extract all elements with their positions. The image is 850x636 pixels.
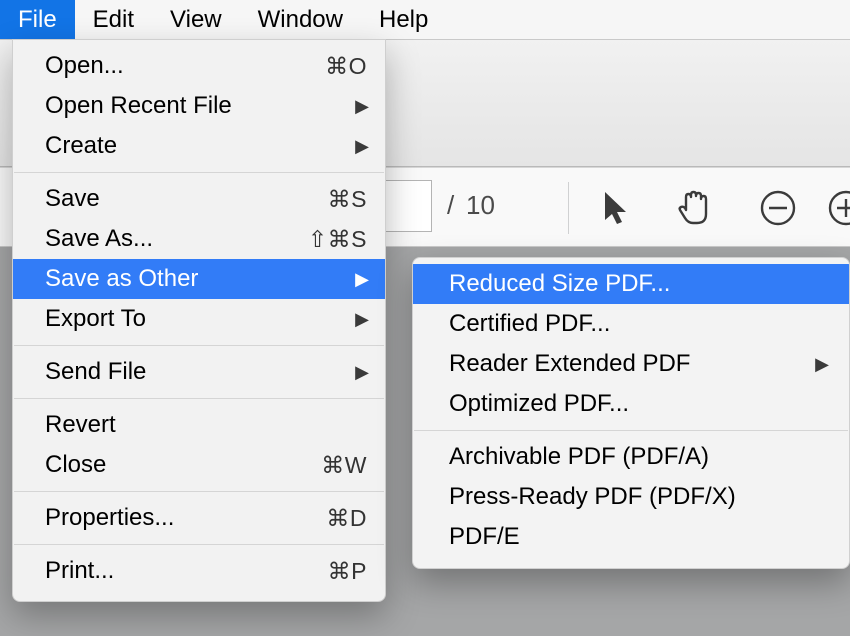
menu-item-accel: ⌘O — [325, 53, 367, 80]
menu-item-label: Open... — [45, 52, 325, 80]
page-total: 10 — [466, 190, 495, 221]
menubar-label: Edit — [93, 6, 134, 34]
menu-separator — [14, 345, 384, 346]
submenu-optimized-pdf[interactable]: Optimized PDF... — [413, 384, 849, 424]
menu-send-file[interactable]: Send File ▶ — [13, 352, 385, 392]
menu-item-label: Open Recent File — [45, 92, 355, 120]
menu-item-label: Revert — [45, 411, 367, 439]
menu-export-to[interactable]: Export To ▶ — [13, 299, 385, 339]
page-number-input[interactable] — [385, 180, 432, 232]
menu-item-label: Print... — [45, 557, 328, 585]
file-menu: Open... ⌘O Open Recent File ▶ Create ▶ S… — [12, 39, 386, 602]
menubar-file[interactable]: File — [0, 0, 75, 39]
menu-item-label: Save As... — [45, 225, 308, 253]
menu-item-label: Save — [45, 185, 328, 213]
menubar-label: View — [170, 6, 222, 34]
toolbar-separator — [568, 182, 569, 234]
submenu-arrow-icon: ▶ — [355, 309, 369, 330]
cursor-arrow-icon — [601, 190, 631, 226]
menu-item-label: Create — [45, 132, 355, 160]
menu-separator — [14, 544, 384, 545]
menubar-label: File — [18, 6, 57, 34]
menu-item-accel: ⌘S — [328, 186, 367, 213]
menu-item-accel: ⌘D — [326, 505, 367, 532]
menu-separator — [414, 430, 848, 431]
menubar-view[interactable]: View — [152, 0, 240, 39]
menu-save-as-other[interactable]: Save as Other ▶ — [13, 259, 385, 299]
menu-item-label: Optimized PDF... — [449, 390, 827, 418]
menu-separator — [14, 491, 384, 492]
menu-print[interactable]: Print... ⌘P — [13, 551, 385, 591]
submenu-arrow-icon: ▶ — [815, 354, 829, 375]
menu-item-label: Save as Other — [45, 265, 355, 293]
submenu-arrow-icon: ▶ — [355, 362, 369, 383]
submenu-reduced-size-pdf[interactable]: Reduced Size PDF... — [413, 264, 849, 304]
submenu-archivable-pdfa[interactable]: Archivable PDF (PDF/A) — [413, 437, 849, 477]
menu-item-label: Archivable PDF (PDF/A) — [449, 443, 827, 471]
menu-item-accel: ⌘P — [328, 558, 367, 585]
submenu-press-ready-pdfx[interactable]: Press-Ready PDF (PDF/X) — [413, 477, 849, 517]
menubar: File Edit View Window Help — [0, 0, 850, 40]
hand-tool-button[interactable] — [672, 186, 716, 230]
zoom-out-button[interactable] — [756, 186, 800, 230]
submenu-arrow-icon: ▶ — [355, 136, 369, 157]
menu-item-label: PDF/E — [449, 523, 827, 551]
menu-item-label: Reduced Size PDF... — [449, 270, 827, 298]
menubar-label: Window — [258, 6, 343, 34]
save-as-other-submenu: Reduced Size PDF... Certified PDF... Rea… — [412, 257, 850, 569]
menu-item-label: Send File — [45, 358, 355, 386]
menu-open-recent-file[interactable]: Open Recent File ▶ — [13, 86, 385, 126]
menu-item-label: Press-Ready PDF (PDF/X) — [449, 483, 827, 511]
select-tool-button[interactable] — [594, 186, 638, 230]
menu-item-label: Close — [45, 451, 321, 479]
menubar-help[interactable]: Help — [361, 0, 446, 39]
submenu-pdfe[interactable]: PDF/E — [413, 517, 849, 557]
menu-item-label: Certified PDF... — [449, 310, 827, 338]
menu-properties[interactable]: Properties... ⌘D — [13, 498, 385, 538]
submenu-reader-extended-pdf[interactable]: Reader Extended PDF ▶ — [413, 344, 849, 384]
menu-item-label: Export To — [45, 305, 355, 333]
menu-revert[interactable]: Revert — [13, 405, 385, 445]
menubar-label: Help — [379, 6, 428, 34]
menu-item-accel: ⇧⌘S — [308, 226, 367, 253]
submenu-arrow-icon: ▶ — [355, 269, 369, 290]
menu-create[interactable]: Create ▶ — [13, 126, 385, 166]
minus-circle-icon — [758, 188, 798, 228]
menu-separator — [14, 172, 384, 173]
menu-item-label: Properties... — [45, 504, 326, 532]
menubar-edit[interactable]: Edit — [75, 0, 152, 39]
zoom-in-button[interactable] — [824, 186, 850, 230]
page-slash: / — [447, 190, 454, 221]
menu-close[interactable]: Close ⌘W — [13, 445, 385, 485]
menu-save[interactable]: Save ⌘S — [13, 179, 385, 219]
plus-circle-icon — [826, 188, 850, 228]
menu-separator — [14, 398, 384, 399]
menu-item-accel: ⌘W — [321, 452, 367, 479]
menubar-window[interactable]: Window — [240, 0, 361, 39]
submenu-certified-pdf[interactable]: Certified PDF... — [413, 304, 849, 344]
menu-open[interactable]: Open... ⌘O — [13, 46, 385, 86]
submenu-arrow-icon: ▶ — [355, 96, 369, 117]
hand-icon — [674, 188, 714, 228]
menu-save-as[interactable]: Save As... ⇧⌘S — [13, 219, 385, 259]
menu-item-label: Reader Extended PDF — [449, 350, 815, 378]
